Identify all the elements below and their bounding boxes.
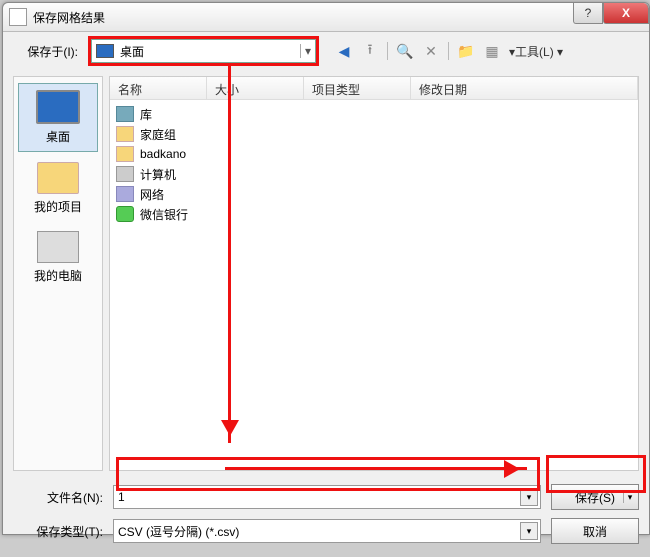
place-label: 我的电脑 bbox=[19, 267, 97, 284]
cancel-button[interactable]: 取消 bbox=[551, 518, 639, 544]
filetype-label: 保存类型(T): bbox=[13, 523, 103, 540]
list-item[interactable]: 库 bbox=[116, 104, 632, 124]
up-icon[interactable]: ⭱ bbox=[359, 40, 381, 62]
chevron-down-icon[interactable]: ▾ bbox=[300, 44, 311, 58]
col-date[interactable]: 修改日期 bbox=[411, 77, 638, 99]
libraries-icon bbox=[116, 106, 134, 122]
filename-input[interactable]: 1 ▾ bbox=[113, 485, 541, 509]
filename-label: 文件名(N): bbox=[13, 489, 103, 506]
list-item[interactable]: 家庭组 bbox=[116, 124, 632, 144]
back-icon[interactable]: ◀ bbox=[333, 40, 355, 62]
places-bar: 桌面 我的项目 我的电脑 bbox=[13, 76, 103, 471]
views-icon[interactable]: ▦ bbox=[481, 40, 503, 62]
list-item[interactable]: 网络 bbox=[116, 184, 632, 204]
chevron-down-icon[interactable]: ▾ bbox=[520, 522, 538, 540]
place-desktop[interactable]: 桌面 bbox=[18, 83, 98, 152]
col-size[interactable]: 大小 bbox=[207, 77, 304, 99]
filetype-value: CSV (逗号分隔) (*.csv) bbox=[118, 523, 239, 540]
list-item[interactable]: badkano bbox=[116, 144, 632, 164]
computer-icon bbox=[116, 166, 134, 182]
wechat-icon bbox=[116, 206, 134, 222]
desktop-icon bbox=[36, 90, 80, 124]
new-folder-icon[interactable]: 📁 bbox=[455, 40, 477, 62]
user-folder-icon bbox=[116, 146, 134, 162]
tools-menu[interactable]: ▾工具(L) ▾ bbox=[509, 43, 563, 60]
window-title: 保存网格结果 bbox=[33, 9, 643, 26]
list-item[interactable]: 计算机 bbox=[116, 164, 632, 184]
column-headers: 名称 大小 项目类型 修改日期 bbox=[110, 77, 638, 100]
place-my-projects[interactable]: 我的项目 bbox=[19, 156, 97, 221]
col-name[interactable]: 名称 bbox=[110, 77, 207, 99]
col-type[interactable]: 项目类型 bbox=[304, 77, 411, 99]
computer-icon bbox=[37, 231, 79, 263]
chevron-down-icon[interactable]: ▾ bbox=[520, 488, 538, 506]
chevron-down-icon[interactable]: ▾ bbox=[623, 492, 636, 503]
save-button[interactable]: 保存(S) ▾ bbox=[551, 484, 639, 510]
place-my-computer[interactable]: 我的电脑 bbox=[19, 225, 97, 290]
filename-value: 1 bbox=[118, 490, 125, 504]
place-label: 我的项目 bbox=[19, 198, 97, 215]
network-icon bbox=[116, 186, 134, 202]
desktop-icon bbox=[96, 44, 114, 58]
bottom-panel: 文件名(N): 1 ▾ 保存(S) ▾ 保存类型(T): CSV (逗号分隔) … bbox=[3, 477, 649, 557]
file-list-pane: 名称 大小 项目类型 修改日期 库 家庭组 badkano 计算机 网络 微信银… bbox=[109, 76, 639, 471]
save-in-label: 保存于(I): bbox=[13, 43, 78, 60]
save-in-value: 桌面 bbox=[120, 43, 144, 60]
help-button[interactable]: ? bbox=[573, 3, 603, 24]
toolbar: 保存于(I): 桌面 ▾ ◀ ⭱ 🔍 ✕ 📁 ▦ ▾工具(L) ▾ bbox=[3, 32, 649, 70]
titlebar: 保存网格结果 ? X bbox=[3, 3, 649, 32]
folder-icon bbox=[37, 162, 79, 194]
filetype-select[interactable]: CSV (逗号分隔) (*.csv) ▾ bbox=[113, 519, 541, 543]
place-label: 桌面 bbox=[19, 128, 97, 145]
search-icon[interactable]: 🔍 bbox=[394, 40, 416, 62]
save-in-dropdown[interactable]: 桌面 ▾ bbox=[88, 36, 319, 66]
delete-icon[interactable]: ✕ bbox=[420, 40, 442, 62]
homegroup-icon bbox=[116, 126, 134, 142]
close-button[interactable]: X bbox=[603, 3, 649, 24]
separator bbox=[448, 42, 449, 60]
list-item[interactable]: 微信银行 bbox=[116, 204, 632, 224]
separator bbox=[387, 42, 388, 60]
app-icon bbox=[9, 8, 27, 26]
